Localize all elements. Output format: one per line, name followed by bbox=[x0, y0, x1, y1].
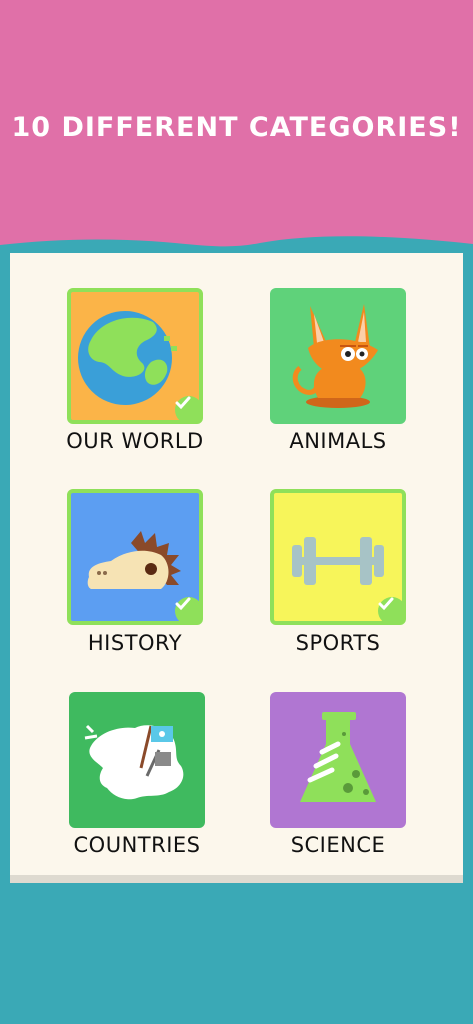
category-label-science: SCIENCE bbox=[290, 833, 386, 857]
category-tile-animals[interactable] bbox=[270, 288, 406, 424]
category-tile-science[interactable] bbox=[270, 692, 406, 828]
header-banner: 10 DIFFERENT CATEGORIES! bbox=[0, 0, 473, 270]
category-tile-our-world[interactable] bbox=[67, 288, 203, 424]
completed-check-icon bbox=[175, 597, 203, 625]
category-tile-sports[interactable] bbox=[270, 489, 406, 625]
page-headline: 10 DIFFERENT CATEGORIES! bbox=[11, 112, 462, 143]
flask-icon bbox=[300, 712, 376, 802]
antarctica-flag-icon bbox=[84, 724, 184, 800]
fox-icon bbox=[292, 304, 378, 408]
category-label-animals: ANIMALS bbox=[289, 429, 387, 453]
category-tile-countries[interactable] bbox=[69, 692, 205, 828]
category-label-our-world: OUR WORLD bbox=[66, 429, 204, 453]
category-label-countries: COUNTRIES bbox=[73, 833, 201, 857]
category-panel: OUR WORLD ANIMALS HISTORY SPORTS COUNTRI… bbox=[10, 253, 463, 883]
completed-check-icon bbox=[378, 597, 406, 625]
category-label-history: HISTORY bbox=[87, 631, 183, 655]
category-tile-history[interactable] bbox=[67, 489, 203, 625]
completed-check-icon bbox=[175, 396, 203, 424]
category-label-sports: SPORTS bbox=[295, 631, 381, 655]
